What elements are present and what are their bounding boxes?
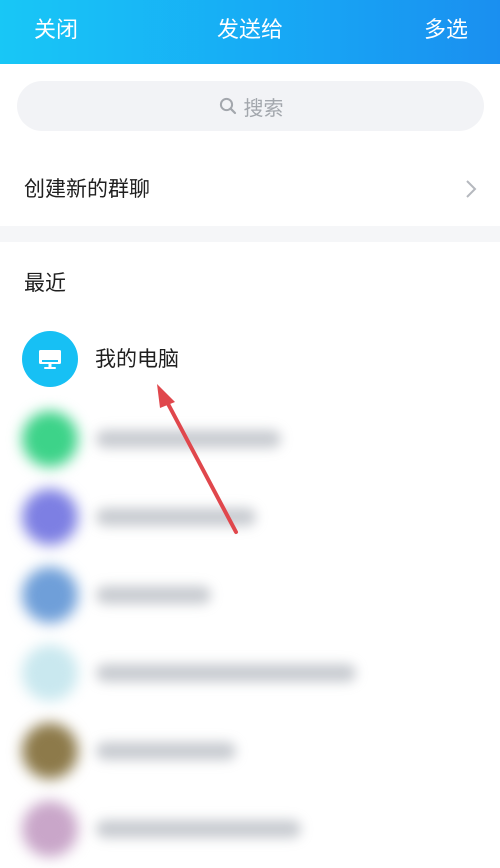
- recent-item-blurred[interactable]: [0, 712, 500, 790]
- avatar: [22, 489, 78, 545]
- recent-item-blurred[interactable]: [0, 634, 500, 712]
- create-group-label: 创建新的群聊: [24, 177, 150, 201]
- blurred-name: [96, 508, 256, 526]
- avatar: [22, 723, 78, 779]
- monitor-icon: [39, 350, 61, 369]
- recent-item-name: 我的电脑: [95, 347, 179, 371]
- create-group-chat-item[interactable]: 创建新的群聊: [0, 152, 500, 226]
- avatar: [22, 331, 78, 387]
- recent-item-blurred[interactable]: [0, 790, 500, 868]
- search-placeholder: 搜索: [243, 95, 284, 120]
- recent-item-my-computer[interactable]: 我的电脑: [0, 320, 500, 398]
- section-divider: [0, 226, 500, 242]
- recent-item-blurred[interactable]: [0, 478, 500, 556]
- blurred-name: [96, 430, 281, 448]
- recent-item-blurred[interactable]: [0, 400, 500, 478]
- blurred-name: [96, 586, 211, 604]
- blurred-name: [96, 664, 356, 682]
- avatar: [22, 567, 78, 623]
- search-input[interactable]: 搜索: [17, 81, 484, 131]
- search-icon: [219, 97, 236, 115]
- blurred-name: [96, 820, 301, 838]
- avatar: [22, 801, 78, 857]
- avatar: [22, 411, 78, 467]
- blurred-name: [96, 742, 236, 760]
- multi-select-button[interactable]: 多选: [424, 16, 468, 46]
- chevron-right-icon: [466, 180, 477, 198]
- avatar: [22, 645, 78, 701]
- recent-section-title: 最近: [24, 271, 66, 295]
- search-area: 搜索: [0, 64, 500, 152]
- recent-item-blurred[interactable]: [0, 556, 500, 634]
- top-nav-bar: 关闭 发送给 多选: [0, 0, 500, 64]
